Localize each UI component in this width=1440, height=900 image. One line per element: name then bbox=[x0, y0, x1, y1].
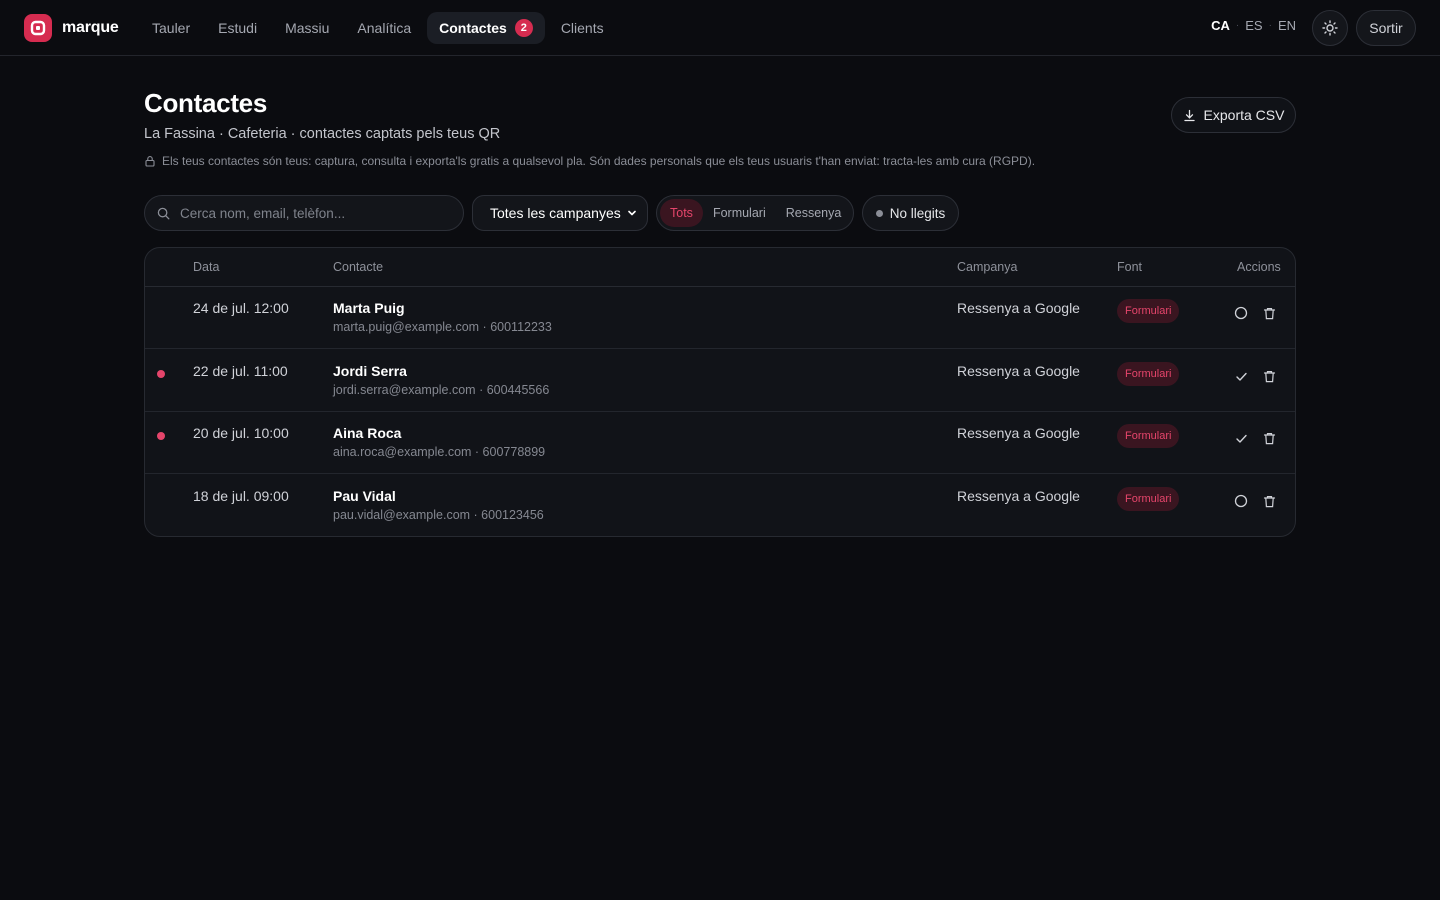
column-header-actions: Accions bbox=[1237, 260, 1281, 274]
brand-name: marque bbox=[62, 19, 119, 36]
unread-indicator bbox=[157, 370, 165, 378]
sun-icon bbox=[1322, 20, 1338, 36]
nav-item-massiu[interactable]: Massiu bbox=[273, 12, 341, 44]
contact-details: marta.puig@example.com · 600112233 bbox=[333, 320, 552, 334]
nav-item-tauler[interactable]: Tauler bbox=[140, 12, 202, 44]
export-csv-label: Exporta CSV bbox=[1203, 107, 1285, 123]
nav-label: Tauler bbox=[152, 20, 191, 36]
theme-toggle-button[interactable] bbox=[1312, 10, 1348, 46]
source-tab-ressenya[interactable]: Ressenya bbox=[776, 199, 852, 227]
contact-date: 20 de jul. 10:00 bbox=[193, 425, 289, 441]
source-tab-tots[interactable]: Tots bbox=[660, 199, 703, 227]
logout-button[interactable]: Sortir bbox=[1356, 10, 1416, 46]
nav-item-clients[interactable]: Clients bbox=[549, 12, 616, 44]
nav-item-analitica[interactable]: Analítica bbox=[345, 12, 423, 44]
unread-dot-icon bbox=[875, 209, 883, 217]
contact-details: pau.vidal@example.com · 600123456 bbox=[333, 508, 544, 522]
lang-en[interactable]: EN bbox=[1276, 18, 1298, 33]
lang-separator: · bbox=[1235, 20, 1240, 31]
logo-icon bbox=[24, 14, 52, 42]
mark-read-button[interactable] bbox=[1231, 303, 1251, 323]
table-header: Data Contacte Campanya Font Accions bbox=[145, 248, 1295, 287]
contact-details: aina.roca@example.com · 600778899 bbox=[333, 445, 546, 459]
trash-icon bbox=[1263, 370, 1275, 382]
source-tab-formulari[interactable]: Formulari bbox=[703, 199, 776, 227]
page-title: Contactes bbox=[144, 88, 267, 118]
export-csv-button[interactable]: Exporta CSV bbox=[1171, 97, 1296, 133]
chevron-down-icon bbox=[628, 210, 636, 216]
top-bar: marque Tauler Estudi Massiu Analítica Co… bbox=[0, 0, 1440, 56]
privacy-notice: Els teus contactes són teus: captura, co… bbox=[144, 154, 1035, 168]
contact-date: 22 de jul. 11:00 bbox=[193, 363, 288, 379]
circle-icon bbox=[1234, 494, 1248, 508]
nav-label: Massiu bbox=[285, 20, 330, 36]
source-badge: Formulari bbox=[1117, 362, 1180, 386]
nav-item-estudi[interactable]: Estudi bbox=[206, 12, 269, 44]
contact-date: 18 de jul. 09:00 bbox=[193, 488, 289, 504]
source-filter: Tots Formulari Ressenya bbox=[656, 195, 854, 231]
contacts-table: Data Contacte Campanya Font Accions 24 d… bbox=[144, 247, 1296, 537]
main-nav: Tauler Estudi Massiu Analítica Contactes… bbox=[140, 12, 616, 44]
column-header-contact: Contacte bbox=[333, 260, 384, 274]
trash-icon bbox=[1263, 495, 1275, 507]
column-header-source: Font bbox=[1117, 260, 1143, 274]
campaign-select[interactable]: Totes les campanyes bbox=[472, 195, 648, 231]
table-row[interactable]: 24 de jul. 12:00 Marta Puig marta.puig@e… bbox=[145, 287, 1295, 349]
contact-name: Pau Vidal bbox=[333, 488, 396, 504]
lang-es[interactable]: ES bbox=[1243, 18, 1264, 33]
nav-item-contactes[interactable]: Contactes 2 bbox=[427, 12, 545, 44]
nav-label: Contactes bbox=[439, 20, 507, 36]
search-input[interactable] bbox=[180, 205, 440, 221]
lock-icon bbox=[145, 156, 155, 167]
unread-filter-label: No llegits bbox=[889, 205, 946, 221]
source-badge: Formulari bbox=[1117, 424, 1180, 448]
privacy-notice-text: Els teus contactes són teus: captura, co… bbox=[162, 154, 1036, 168]
unread-indicator bbox=[157, 432, 165, 440]
unread-count-badge: 2 bbox=[514, 19, 533, 37]
circle-icon bbox=[1234, 306, 1248, 320]
column-header-date: Data bbox=[193, 260, 220, 274]
contact-date: 24 de jul. 12:00 bbox=[193, 300, 289, 316]
contact-details: jordi.serra@example.com · 600445566 bbox=[333, 383, 550, 397]
language-switcher: CA · ES · EN bbox=[1209, 18, 1298, 33]
column-header-campaign: Campanya bbox=[957, 260, 1018, 274]
delete-button[interactable] bbox=[1259, 428, 1279, 448]
delete-button[interactable] bbox=[1259, 491, 1279, 511]
lang-separator: · bbox=[1268, 20, 1272, 31]
delete-button[interactable] bbox=[1259, 366, 1279, 386]
source-badge: Formulari bbox=[1117, 487, 1180, 511]
search-icon bbox=[157, 207, 170, 219]
mark-read-button[interactable] bbox=[1231, 366, 1251, 386]
download-icon bbox=[1183, 109, 1195, 121]
page-subtitle: La Fassina · Cafeteria · contactes capta… bbox=[144, 126, 501, 142]
contact-campaign: Ressenya a Google bbox=[957, 363, 1080, 379]
contact-campaign: Ressenya a Google bbox=[957, 425, 1080, 441]
mark-read-button[interactable] bbox=[1231, 491, 1251, 511]
source-badge: Formulari bbox=[1117, 299, 1180, 323]
nav-label: Analítica bbox=[357, 20, 412, 36]
campaign-select-value: Totes les campanyes bbox=[490, 205, 621, 221]
contact-name: Jordi Serra bbox=[333, 363, 407, 379]
table-row[interactable]: 22 de jul. 11:00 Jordi Serra jordi.serra… bbox=[145, 350, 1295, 412]
search-box[interactable] bbox=[144, 195, 464, 231]
table-row[interactable]: 20 de jul. 10:00 Aina Roca aina.roca@exa… bbox=[145, 412, 1295, 474]
check-icon bbox=[1235, 372, 1247, 381]
nav-label: Estudi bbox=[218, 20, 258, 36]
unread-filter-button[interactable]: No llegits bbox=[862, 195, 959, 231]
trash-icon bbox=[1263, 307, 1275, 319]
lang-ca[interactable]: CA bbox=[1209, 18, 1232, 33]
brand[interactable]: marque bbox=[24, 14, 119, 42]
contact-name: Aina Roca bbox=[333, 425, 402, 441]
contact-campaign: Ressenya a Google bbox=[957, 300, 1080, 316]
contact-name: Marta Puig bbox=[333, 300, 405, 316]
nav-label: Clients bbox=[560, 20, 604, 36]
table-row[interactable]: 18 de jul. 09:00 Pau Vidal pau.vidal@exa… bbox=[145, 475, 1295, 536]
mark-read-button[interactable] bbox=[1231, 428, 1251, 448]
delete-button[interactable] bbox=[1259, 303, 1279, 323]
check-icon bbox=[1235, 434, 1247, 443]
contact-campaign: Ressenya a Google bbox=[957, 488, 1080, 504]
trash-icon bbox=[1263, 432, 1275, 444]
